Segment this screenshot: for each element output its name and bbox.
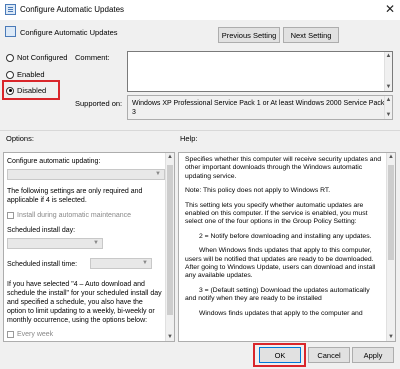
radio-label: Disabled: [17, 86, 47, 95]
options-note: The following settings are only required…: [7, 188, 143, 204]
scroll-thumb[interactable]: [167, 165, 173, 315]
cancel-button[interactable]: Cancel: [308, 347, 350, 363]
options-scrollbar[interactable]: ▲ ▼: [165, 153, 174, 341]
help-paragraph: When Windows finds updates that apply to…: [185, 247, 376, 280]
schedule-text: If you have selected "4 – Auto download …: [7, 281, 162, 324]
install-day-label: Scheduled install day:: [7, 227, 76, 234]
radio-circle[interactable]: [6, 53, 14, 62]
supported-label: Supported on:: [75, 99, 123, 108]
radio-enabled[interactable]: Enabled: [6, 70, 45, 79]
radio-circle-selected[interactable]: [6, 86, 14, 95]
window-title: Configure Automatic Updates: [20, 5, 125, 14]
help-paragraph: 3 = (Default setting) Download the updat…: [185, 286, 370, 303]
every-week-label: Every week: [17, 331, 54, 338]
supported-box: Windows XP Professional Service Pack 1 o…: [127, 95, 393, 120]
separator: [0, 130, 400, 131]
configure-dropdown[interactable]: ▼: [7, 169, 165, 180]
policy-icon: [5, 4, 16, 15]
radio-circle[interactable]: [6, 70, 14, 79]
configure-label: Configure automatic updating:: [7, 158, 101, 165]
install-day-dropdown[interactable]: ▼: [7, 238, 103, 249]
help-paragraph: Specifies whether this computer will rec…: [185, 156, 382, 180]
install-maintenance-checkbox[interactable]: [7, 211, 14, 219]
policy-header-icon: [5, 26, 16, 37]
options-pane: Configure automatic updating: ▼ The foll…: [3, 152, 175, 342]
install-maintenance-row[interactable]: Install during automatic maintenance: [7, 211, 131, 220]
apply-button[interactable]: Apply: [352, 347, 394, 363]
scroll-up-icon[interactable]: ▲: [166, 153, 174, 161]
scroll-down-icon[interactable]: ▼: [166, 333, 174, 341]
radio-not-configured[interactable]: Not Configured: [6, 53, 67, 62]
chevron-down-icon: ▼: [142, 260, 148, 266]
options-label: Options:: [6, 134, 34, 143]
scroll-up-icon[interactable]: ▲: [387, 153, 395, 161]
help-label: Help:: [180, 134, 198, 143]
help-text: Specifies whether this computer will rec…: [185, 156, 382, 324]
help-paragraph: This setting lets you specify whether au…: [185, 201, 368, 226]
policy-name: Configure Automatic Updates: [20, 28, 118, 37]
help-scrollbar[interactable]: ▲ ▼: [386, 153, 395, 341]
help-paragraph: 2 = Notify before downloading and instal…: [199, 232, 372, 240]
help-paragraph: Note: This policy does not apply to Wind…: [185, 187, 331, 195]
comment-field[interactable]: ▲ ▼: [127, 51, 393, 92]
previous-setting-button[interactable]: Previous Setting: [218, 27, 280, 43]
comment-scrollbar[interactable]: ▲ ▼: [384, 52, 392, 91]
next-setting-button[interactable]: Next Setting: [283, 27, 339, 43]
every-week-checkbox[interactable]: [7, 330, 14, 338]
help-paragraph: Windows finds updates that apply to the …: [199, 309, 363, 317]
close-icon[interactable]: ✕: [382, 1, 398, 17]
scroll-down-icon[interactable]: ▼: [385, 83, 392, 91]
chevron-down-icon: ▼: [93, 240, 99, 246]
help-pane: Specifies whether this computer will rec…: [178, 152, 396, 342]
install-maintenance-label: Install during automatic maintenance: [17, 212, 132, 219]
scroll-down-icon[interactable]: ▼: [385, 111, 392, 119]
ok-button[interactable]: OK: [259, 347, 301, 363]
scroll-down-icon[interactable]: ▼: [387, 333, 395, 341]
supported-text: Windows XP Professional Service Pack 1 o…: [132, 100, 385, 116]
scroll-up-icon[interactable]: ▲: [385, 52, 392, 60]
radio-label: Enabled: [17, 70, 45, 79]
radio-disabled[interactable]: Disabled: [6, 86, 46, 95]
install-time-label: Scheduled install time:: [7, 261, 78, 268]
every-week-row[interactable]: Every week: [7, 330, 53, 339]
supported-scrollbar[interactable]: ▲ ▼: [384, 96, 392, 119]
install-time-dropdown[interactable]: ▼: [90, 258, 152, 269]
scroll-up-icon[interactable]: ▲: [385, 96, 392, 104]
radio-label: Not Configured: [17, 53, 68, 62]
chevron-down-icon: ▼: [155, 171, 161, 177]
scroll-thumb[interactable]: [388, 165, 394, 260]
comment-label: Comment:: [75, 53, 110, 62]
